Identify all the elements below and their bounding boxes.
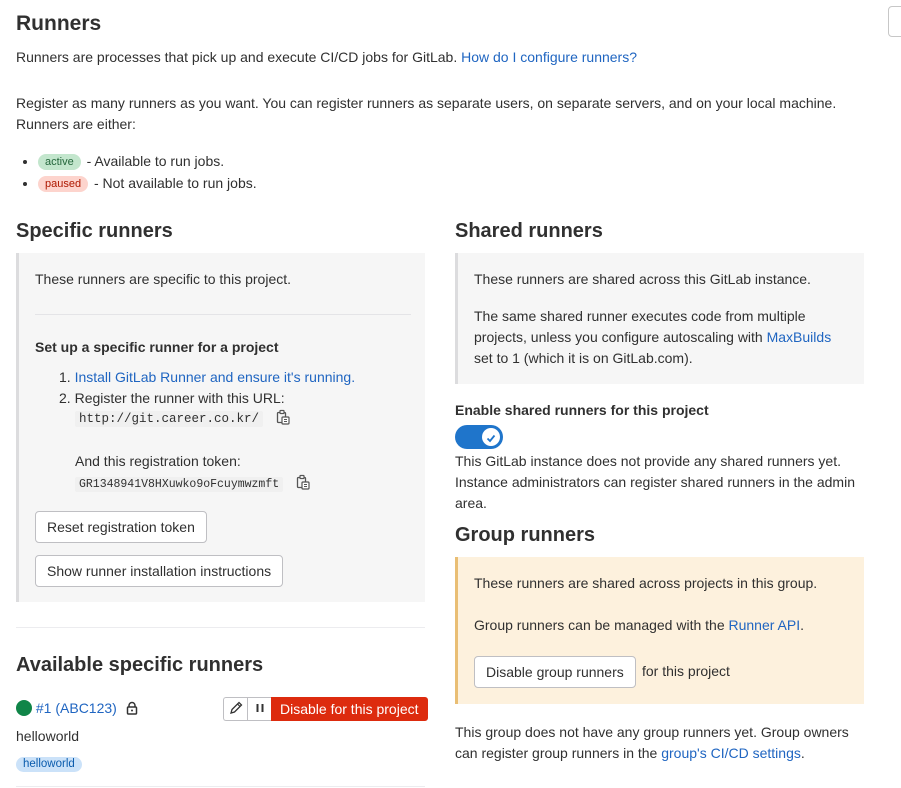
token-label: And this registration token: <box>75 453 241 469</box>
group-none-suffix: . <box>800 745 805 761</box>
intro-text: Runners are processes that pick up and e… <box>16 49 458 65</box>
group-none-text: can register group runners in the <box>455 745 658 761</box>
shared-runners-panel: These runners are shared across this Git… <box>455 253 864 384</box>
enable-shared-label: Enable shared runners for this project <box>455 402 709 418</box>
registration-token: GR1348941V8HXuwko9oFcuymwzmft <box>75 477 284 492</box>
toggle-knob <box>482 428 500 446</box>
reset-token-button[interactable]: Reset registration token <box>35 511 207 543</box>
shared-detail-text: The same shared runner executes code fro… <box>474 308 806 345</box>
shared-none-line-3: area. <box>455 495 487 511</box>
active-badge: active <box>38 154 81 170</box>
maxbuilds-link[interactable]: MaxBuilds <box>767 329 832 345</box>
token-row: GR1348941V8HXuwko9oFcuymwzmft <box>75 474 311 492</box>
group-description: These runners are shared across projects… <box>474 575 818 591</box>
available-runners-title: Available specific runners <box>16 654 264 676</box>
lock-icon <box>125 701 139 718</box>
register-paragraph: Register as many runners as you want. Yo… <box>16 93 876 135</box>
register-line-2: Runners are either: <box>16 116 136 132</box>
shared-runners-toggle[interactable] <box>455 425 503 449</box>
shared-description: These runners are shared across this Git… <box>474 271 811 287</box>
runner-status-icon <box>16 700 32 716</box>
group-manage-suffix: . <box>800 617 804 633</box>
step-2-number: 2. <box>59 390 71 406</box>
step-2-text: Register the runner with this URL: <box>74 390 285 406</box>
divider <box>16 627 425 628</box>
group-runners-title: Group runners <box>455 524 596 546</box>
help-link[interactable]: How do I configure runners? <box>461 49 637 65</box>
state-text-paused: - Not available to run jobs. <box>93 175 257 191</box>
shared-none-line-1: This GitLab instance does not provide an… <box>455 453 841 469</box>
state-item-active: active - Available to run jobs. <box>38 150 257 172</box>
disable-group-runners-button[interactable]: Disable group runners <box>474 656 636 688</box>
copy-url-icon[interactable] <box>275 409 291 425</box>
setup-steps: 1. Install GitLab Runner and ensure it's… <box>59 367 355 409</box>
shared-none-text: This GitLab instance does not provide an… <box>455 451 864 514</box>
runner-tag: helloworld <box>16 757 82 772</box>
runner-actions: Disable for this project <box>223 697 428 721</box>
runner-id-link[interactable]: #1 (ABC123) <box>36 700 117 716</box>
group-manage: Group runners can be managed with the Ru… <box>474 617 804 633</box>
group-runners-panel: These runners are shared across projects… <box>455 557 864 704</box>
specific-description: These runners are specific to this proje… <box>35 271 292 287</box>
group-manage-text: Group runners can be managed with the <box>474 617 725 633</box>
page-title: Runners <box>16 12 102 35</box>
shared-none-line-2: Instance administrators can register sha… <box>455 474 855 490</box>
state-text-active: - Available to run jobs. <box>86 153 225 169</box>
url-row: http://git.career.co.kr/ <box>75 409 291 427</box>
top-right-control[interactable] <box>888 6 901 37</box>
group-none-line-1: This group does not have any group runne… <box>455 724 849 740</box>
intro-paragraph: Runners are processes that pick up and e… <box>16 47 876 68</box>
runner-name: helloworld <box>16 728 80 744</box>
shared-detail-suffix: set to 1 (which it is on GitLab.com). <box>474 350 693 366</box>
runner-states-list: active - Available to run jobs. paused -… <box>16 150 257 194</box>
panel-divider <box>35 314 411 315</box>
specific-runners-title: Specific runners <box>16 220 173 242</box>
runner-url: http://git.career.co.kr/ <box>75 411 264 427</box>
pencil-icon <box>229 701 243 718</box>
check-icon <box>485 431 497 447</box>
step-2: 2. Register the runner with this URL: <box>59 388 355 409</box>
specific-runners-panel: These runners are specific to this proje… <box>16 253 425 602</box>
copy-token-icon[interactable] <box>295 474 311 490</box>
step-1: 1. Install GitLab Runner and ensure it's… <box>59 367 355 388</box>
step-1-number: 1. <box>59 369 71 385</box>
edit-runner-button[interactable] <box>223 697 247 721</box>
group-cicd-settings-link[interactable]: group's CI/CD settings <box>661 745 801 761</box>
setup-title: Set up a specific runner for a project <box>35 339 279 355</box>
disable-runner-button[interactable]: Disable for this project <box>271 697 428 721</box>
pause-icon <box>254 701 266 717</box>
pause-runner-button[interactable] <box>247 697 271 721</box>
group-none-line-2: can register group runners in the group'… <box>455 743 864 764</box>
group-none-text: This group does not have any group runne… <box>455 722 864 764</box>
runner-api-link[interactable]: Runner API <box>729 617 801 633</box>
shared-detail: The same shared runner executes code fro… <box>474 306 844 369</box>
runner-row: #1 (ABC123) <box>16 700 139 718</box>
paused-badge: paused <box>38 176 89 192</box>
install-runner-link[interactable]: Install GitLab Runner and ensure it's ru… <box>75 369 356 385</box>
show-instructions-button[interactable]: Show runner installation instructions <box>35 555 284 587</box>
register-line-1: Register as many runners as you want. Yo… <box>16 95 837 111</box>
state-item-paused: paused - Not available to run jobs. <box>38 172 257 194</box>
bottom-divider <box>16 786 425 787</box>
disable-group-suffix: for this project <box>642 663 730 679</box>
shared-runners-title: Shared runners <box>455 220 603 242</box>
